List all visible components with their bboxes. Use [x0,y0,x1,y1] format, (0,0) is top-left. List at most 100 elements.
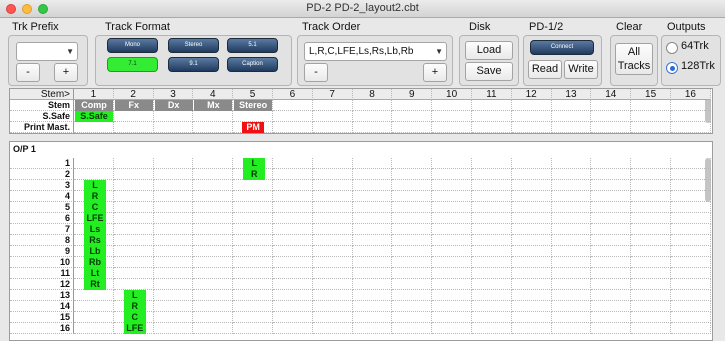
grid-cell[interactable] [352,279,393,290]
grid-cell[interactable] [74,290,114,301]
grid-cell[interactable] [432,279,472,290]
grid-cell[interactable] [472,279,512,290]
grid-cell[interactable] [511,257,552,268]
grid-cell[interactable] [153,246,194,257]
grid-cell[interactable] [551,158,592,169]
trk-prefix-minus-button[interactable]: - [16,63,40,82]
grid-cell[interactable] [233,235,273,246]
grid-cell[interactable] [113,279,154,290]
grid-cell[interactable] [233,279,273,290]
grid-cell[interactable] [312,169,353,180]
grid-cell[interactable] [352,224,393,235]
grid-cell[interactable] [193,213,234,224]
grid-cell[interactable] [233,323,273,334]
grid-cell[interactable] [392,111,433,122]
grid-cell[interactable] [273,235,313,246]
grid-cell[interactable] [153,191,194,202]
grid-cell[interactable] [631,122,671,133]
track-order-plus-button[interactable]: + [423,63,447,82]
stem-chip[interactable]: Mx [194,100,233,111]
grid-cell[interactable] [591,100,632,111]
grid-cell[interactable] [273,100,313,111]
grid-cell[interactable] [113,257,154,268]
grid-cell[interactable] [153,213,194,224]
grid-cell[interactable] [631,301,671,312]
grid-cell[interactable] [631,158,671,169]
output-assignment-chip[interactable]: LFE [84,213,106,224]
grid-cell[interactable] [153,224,194,235]
clear-all-tracks-button[interactable]: All Tracks [615,43,653,75]
grid-cell[interactable] [631,290,671,301]
grid-cell[interactable] [233,224,273,235]
grid-cell[interactable] [153,169,194,180]
grid-cell[interactable] [312,279,353,290]
grid-cell[interactable] [631,213,671,224]
grid-cell[interactable] [671,202,711,213]
grid-cell[interactable] [352,180,393,191]
grid-cell[interactable] [312,323,353,334]
grid-cell[interactable] [432,191,472,202]
grid-cell[interactable] [591,169,632,180]
grid-cell[interactable] [74,169,114,180]
grid-cell[interactable] [153,158,194,169]
grid-cell[interactable] [432,268,472,279]
grid-cell[interactable] [511,111,552,122]
grid-cell[interactable] [511,279,552,290]
track-order-minus-button[interactable]: - [304,63,328,82]
grid-cell[interactable] [472,257,512,268]
grid-cell[interactable] [472,180,512,191]
grid-cell[interactable] [671,158,711,169]
disk-load-button[interactable]: Load [465,41,513,60]
track-order-select[interactable]: L,R,C,LFE,Ls,Rs,Lb,Rb ▼ [304,42,447,61]
grid-cell[interactable] [74,312,114,323]
trk-prefix-select[interactable]: ▼ [16,42,78,61]
grid-cell[interactable] [193,169,234,180]
grid-cell[interactable] [511,224,552,235]
grid-cell[interactable] [432,202,472,213]
grid-cell[interactable] [392,235,433,246]
grid-cell[interactable] [472,202,512,213]
grid-cell[interactable] [113,169,154,180]
grid-cell[interactable] [472,246,512,257]
grid-cell[interactable] [671,246,711,257]
pd12-connect-button[interactable]: Connect [530,40,594,55]
grid-cell[interactable] [273,257,313,268]
grid-cell[interactable] [193,191,234,202]
grid-cell[interactable] [631,246,671,257]
grid-cell[interactable] [551,323,592,334]
format-stereo-button[interactable]: Stereo [168,38,219,53]
grid-cell[interactable] [472,100,512,111]
grid-cell[interactable] [511,169,552,180]
grid-cell[interactable] [551,213,592,224]
grid-cell[interactable] [153,290,194,301]
grid-cell[interactable] [153,180,194,191]
grid-cell[interactable] [472,213,512,224]
output-assignment-chip[interactable]: R [84,191,106,202]
grid-cell[interactable] [432,290,472,301]
grid-cell[interactable] [233,312,273,323]
grid-cell[interactable] [312,180,353,191]
grid-cell[interactable] [551,290,592,301]
grid-cell[interactable] [631,202,671,213]
grid-cell[interactable] [631,100,671,111]
grid-cell[interactable] [153,202,194,213]
output-assignment-chip[interactable]: C [123,312,146,323]
grid-cell[interactable] [352,323,393,334]
grid-cell[interactable] [352,268,393,279]
grid-cell[interactable] [312,290,353,301]
grid-cell[interactable] [392,323,433,334]
grid-cell[interactable] [193,202,234,213]
grid-cell[interactable] [472,224,512,235]
grid-cell[interactable] [233,257,273,268]
grid-cell[interactable] [193,111,234,122]
grid-cell[interactable] [312,202,353,213]
format-7-1-button[interactable]: 7.1 [107,57,158,72]
grid-cell[interactable] [671,224,711,235]
grid-cell[interactable] [511,213,552,224]
grid-cell[interactable] [153,111,194,122]
grid-cell[interactable] [113,202,154,213]
grid-cell[interactable] [472,268,512,279]
grid-cell[interactable] [113,246,154,257]
grid-cell[interactable] [432,257,472,268]
grid-cell[interactable] [472,312,512,323]
